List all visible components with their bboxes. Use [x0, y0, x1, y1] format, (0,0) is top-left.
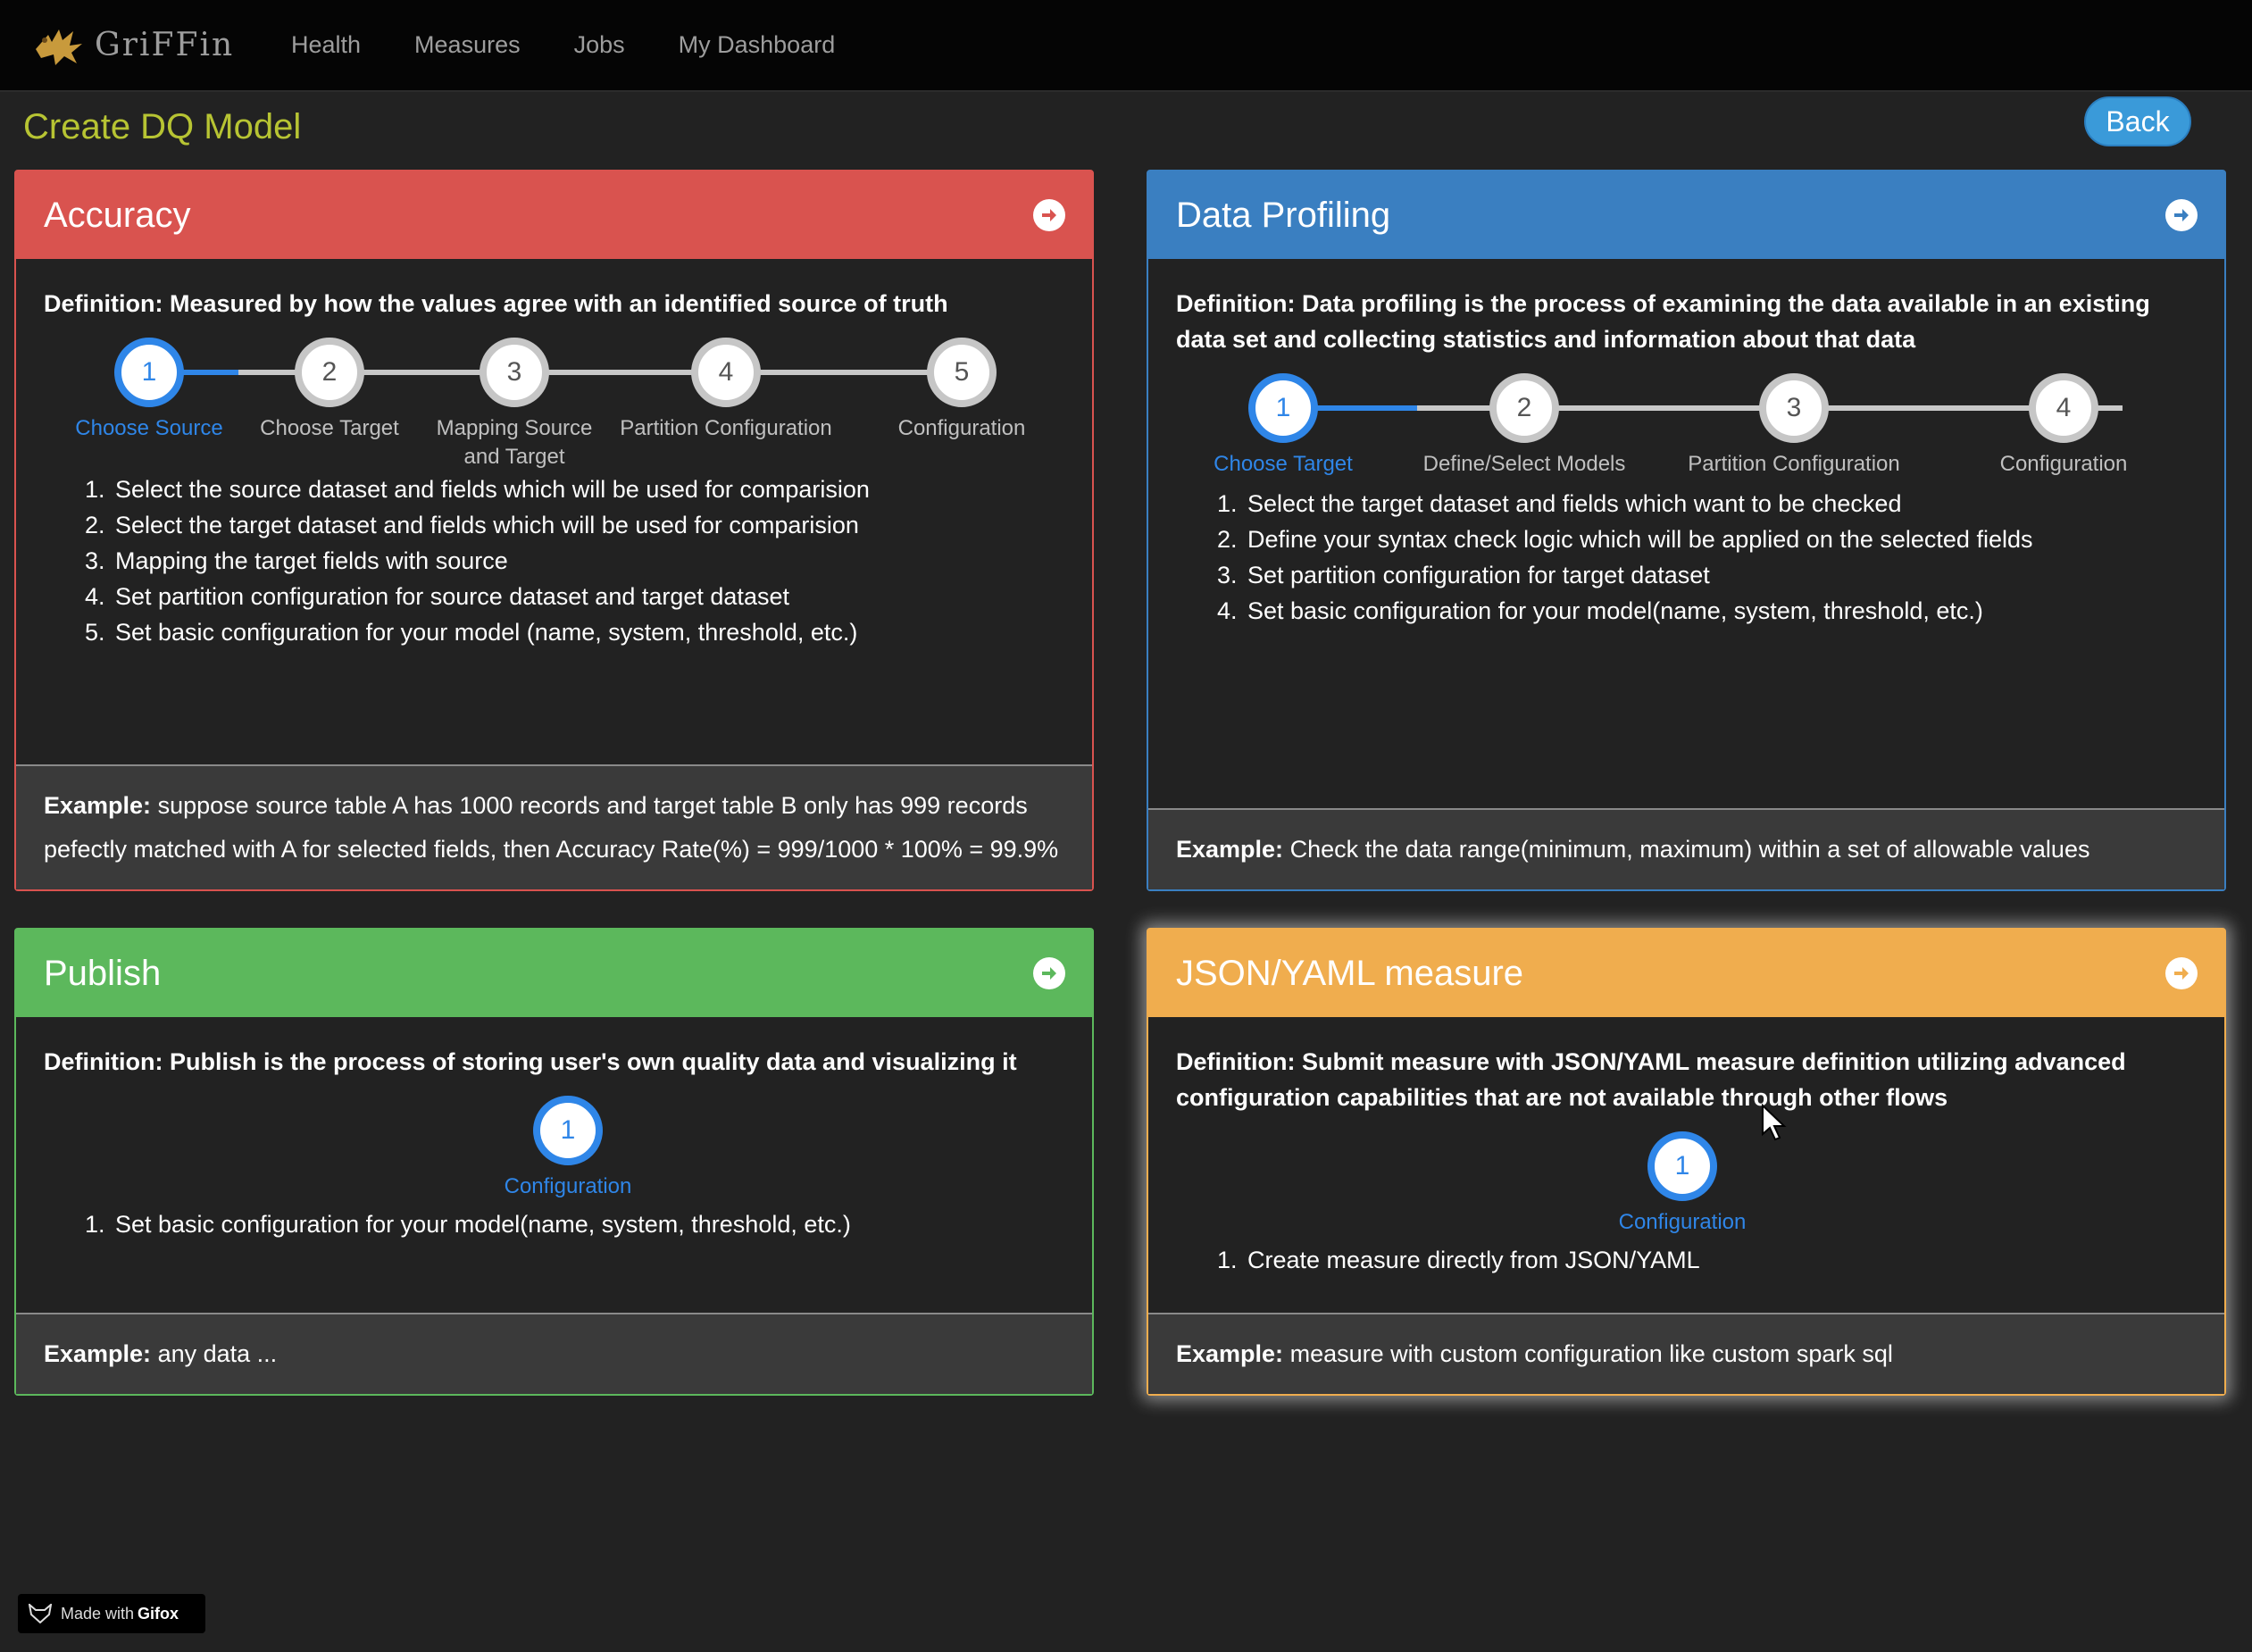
definition: Definition: Data profiling is the proces…: [1176, 290, 2150, 353]
definition: Definition: Publish is the process of st…: [44, 1048, 1017, 1075]
back-button[interactable]: Back: [2084, 96, 2191, 146]
step-list: 1. Select the target dataset and fields w…: [1176, 486, 2198, 629]
json-yaml-panel: JSON/YAML measure Definition: Submit mea…: [1147, 928, 2226, 1396]
stepper: 1 Configuration: [44, 1096, 1065, 1206]
data-profiling-panel: Data Profiling Definition: Data profilin…: [1147, 170, 2226, 891]
json-yaml-panel-body: Definition: Submit measure with JSON/YAM…: [1148, 1017, 2224, 1313]
step-4: 4 Configuration: [1956, 373, 2171, 479]
list-item: 2. Select the target dataset and fields w…: [85, 512, 859, 538]
fox-icon: [29, 1604, 52, 1623]
list-item: 4. Set partition configuration for source…: [85, 583, 789, 610]
stepper: 1 Configuration: [1176, 1131, 2198, 1242]
gifox-watermark: Made with Gifox: [18, 1594, 205, 1633]
example: Example: measure with custom configurati…: [1148, 1313, 2224, 1394]
step-3: 3 Partition Configuration: [1687, 373, 1901, 479]
step-1: 1 Configuration: [461, 1096, 675, 1201]
definition: Definition: Submit measure with JSON/YAM…: [1176, 1048, 2126, 1111]
list-item: 3. Set partition configuration for target…: [1217, 562, 1710, 588]
nav-health[interactable]: Health: [291, 31, 361, 59]
list-item: 1. Create measure directly from JSON/YAML: [1217, 1247, 1700, 1273]
example: Example: suppose source table A has 1000…: [16, 764, 1092, 889]
step-1: 1 Configuration: [1575, 1131, 1789, 1237]
accuracy-panel: Accuracy Definition: Measured by how the…: [14, 170, 1094, 891]
mouse-cursor-icon: [1762, 1104, 1787, 1141]
data-profiling-panel-body: Definition: Data profiling is the proces…: [1148, 259, 2224, 808]
stepper: 1 Choose Target 2 Define/Select Models 3…: [1176, 373, 2198, 507]
list-item: 3. Mapping the target fields with source: [85, 547, 508, 574]
publish-panel-body: Definition: Publish is the process of st…: [16, 1017, 1092, 1313]
example: Example: Check the data range(minimum, m…: [1148, 808, 2224, 889]
step-list: 1. Select the source dataset and fields w…: [44, 471, 1065, 650]
nav-measures[interactable]: Measures: [414, 31, 521, 59]
step-3: 3 Mapping Source and Target: [407, 338, 621, 471]
publish-panel: Publish Definition: Publish is the proce…: [14, 928, 1094, 1396]
accuracy-panel-header[interactable]: Accuracy: [16, 171, 1092, 259]
arrow-right-circle-icon[interactable]: [1033, 199, 1065, 231]
panel-title: Data Profiling: [1176, 195, 1391, 235]
arrow-right-circle-icon[interactable]: [2165, 199, 2198, 231]
nav-my-dashboard[interactable]: My Dashboard: [679, 31, 836, 59]
brand-name: GriFFin: [95, 27, 235, 63]
step-4: 4 Partition Configuration: [619, 338, 833, 443]
step-5: 5 Configuration: [855, 338, 1069, 443]
list-item: 1. Select the source dataset and fields w…: [85, 476, 870, 503]
example: Example: any data ...: [16, 1313, 1092, 1394]
step-1: 1 Choose Target: [1176, 373, 1390, 479]
data-profiling-panel-header[interactable]: Data Profiling: [1148, 171, 2224, 259]
griffin-logo-icon: [36, 29, 82, 65]
step-list: 1. Create measure directly from JSON/YAML: [1176, 1242, 2198, 1278]
top-navbar: GriFFin Health Measures Jobs My Dashboar…: [0, 0, 2252, 92]
publish-panel-header[interactable]: Publish: [16, 930, 1092, 1017]
brand[interactable]: GriFFin: [32, 22, 291, 69]
step-2: 2 Define/Select Models: [1417, 373, 1631, 479]
panel-title: Accuracy: [44, 195, 191, 235]
list-item: 2. Define your syntax check logic which w…: [1217, 526, 2033, 553]
json-yaml-panel-header[interactable]: JSON/YAML measure: [1148, 930, 2224, 1017]
arrow-right-circle-icon[interactable]: [2165, 957, 2198, 989]
step-2: 2 Choose Target: [222, 338, 437, 443]
accuracy-panel-body: Definition: Measured by how the values a…: [16, 259, 1092, 764]
definition: Definition: Measured by how the values a…: [44, 290, 948, 317]
panel-title: Publish: [44, 953, 162, 993]
page-title: Create DQ Model: [23, 107, 302, 146]
list-item: 1. Set basic configuration for your model…: [85, 1211, 851, 1238]
nav-jobs[interactable]: Jobs: [574, 31, 625, 59]
arrow-right-circle-icon[interactable]: [1033, 957, 1065, 989]
list-item: 4. Set basic configuration for your model…: [1217, 597, 1983, 624]
panel-title: JSON/YAML measure: [1176, 953, 1524, 993]
stepper: 1 Choose Source 2 Choose Target 3 Mappin…: [44, 338, 1065, 471]
step-list: 1. Set basic configuration for your model…: [44, 1206, 1065, 1242]
list-item: 5. Set basic configuration for your model…: [85, 619, 858, 646]
